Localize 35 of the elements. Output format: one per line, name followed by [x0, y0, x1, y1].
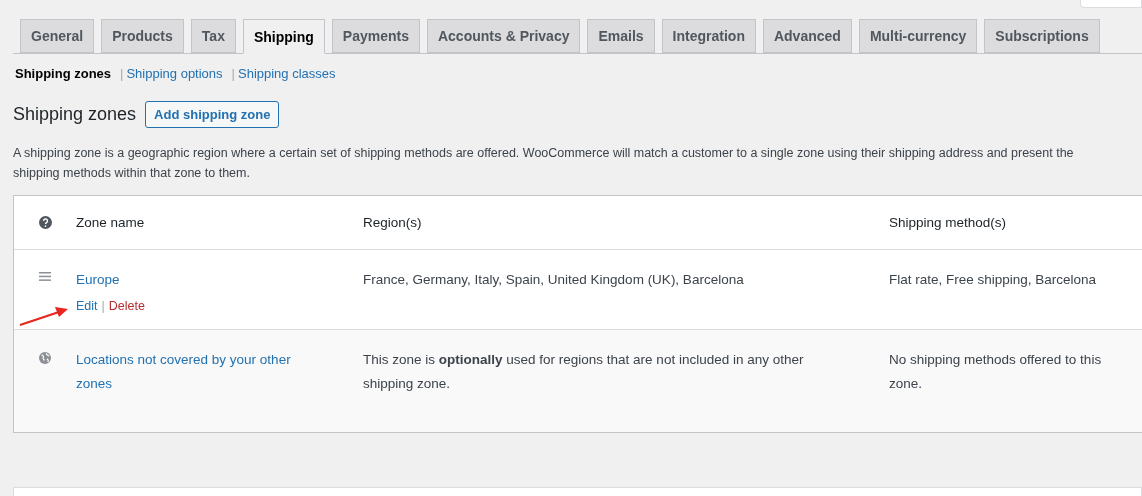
zone-name-link[interactable]: Europe [76, 268, 120, 292]
edit-link[interactable]: Edit [76, 294, 98, 318]
tab[interactable]: Integration [661, 19, 756, 53]
column-header: Shipping method(s) [889, 214, 1008, 232]
separator: | [101, 298, 105, 315]
tab[interactable]: Payments [331, 19, 420, 53]
drag-handle-icon[interactable] [39, 272, 51, 281]
regions-text: This zone is optionally used for regions that are not included in any other shipping zone. [363, 351, 805, 393]
tab[interactable]: Emails [587, 19, 655, 53]
subnav-link[interactable]: Shipping options [126, 66, 223, 81]
zone-name-link[interactable]: Locations not covered by your other zones [76, 348, 313, 396]
tab[interactable]: Accounts & Privacy [426, 19, 581, 53]
column-header: Zone name [76, 214, 146, 232]
methods-text: Flat rate, Free shipping, Barcelona [889, 271, 1098, 289]
tab[interactable]: Tax [190, 19, 236, 53]
tab[interactable]: Shipping [242, 19, 325, 54]
tab[interactable]: Subscriptions [984, 19, 1100, 53]
separator: | [231, 66, 235, 81]
description: A shipping zone is a geographic region where a certain set of shipping methods are offered. WooCommerce will match a customer to a single zone using their shipping address and present the shipping methods within that zone to them. [13, 145, 1075, 182]
subnav-link[interactable]: Shipping classes [238, 66, 336, 81]
column-header: Region(s) [363, 214, 423, 232]
tab[interactable]: Advanced [762, 19, 852, 53]
methods-text: No shipping methods offered to this zone. [889, 351, 1103, 393]
input-field[interactable] [1080, 0, 1142, 8]
tab[interactable]: Multi-currency [858, 19, 978, 53]
regions-text: France, Germany, Italy, Spain, United Kingdom (UK), Barcelona [363, 271, 745, 289]
page-heading: Shipping zones [13, 104, 137, 125]
globe-icon [39, 352, 51, 364]
tab[interactable]: Products [101, 19, 184, 53]
subnav-link[interactable]: Shipping zones [15, 66, 112, 81]
tab[interactable]: General [20, 19, 95, 53]
separator: | [120, 66, 124, 81]
help-icon[interactable] [38, 216, 52, 229]
add-zone-button[interactable]: Add shipping zone [145, 101, 280, 128]
delete-link[interactable]: Delete [108, 294, 145, 318]
